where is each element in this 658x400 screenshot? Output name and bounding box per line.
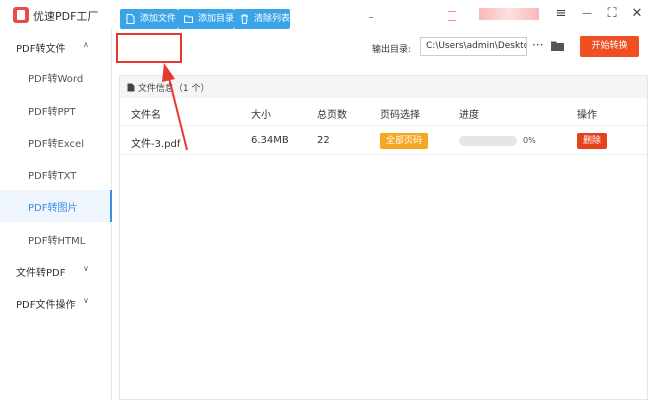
- sidebar-item-label: PDF转图片: [28, 203, 78, 214]
- sidebar-item-pdf-to-image[interactable]: PDF转图片: [0, 190, 112, 222]
- menu-icon[interactable]: ≡: [553, 6, 569, 22]
- sidebar-item-pdf-to-ppt[interactable]: PDF转PPT: [0, 94, 112, 126]
- sidebar-item-pdf-to-excel[interactable]: PDF转Excel: [0, 126, 112, 158]
- clear-list-label: 清除列表: [254, 14, 291, 24]
- close-icon[interactable]: ✕: [629, 6, 645, 22]
- progress-percent: 0%: [523, 136, 536, 145]
- trash-icon: [241, 14, 248, 24]
- chevron-up-icon: ∧: [83, 40, 89, 49]
- output-path-field[interactable]: C:\Users\admin\Deskto: [420, 37, 527, 56]
- column-header-progress: 进度: [459, 110, 479, 121]
- file-icon: [127, 83, 135, 92]
- column-header-size: 大小: [251, 110, 271, 121]
- column-header-page-select: 页码选择: [380, 110, 420, 121]
- chevron-down-icon: ∨: [83, 264, 89, 273]
- sidebar-group-file-to-pdf[interactable]: 文件转PDF ∨: [0, 255, 112, 287]
- add-file-label: 添加文件: [140, 14, 177, 24]
- file-size: 6.34MB: [251, 135, 289, 146]
- sidebar: PDF转文件 ∧ PDF转Word PDF转PPT PDF转Excel PDF转…: [0, 29, 112, 400]
- sidebar-group-pdf-operations[interactable]: PDF文件操作 ∨: [0, 287, 112, 319]
- title-decoration: [479, 8, 539, 20]
- sidebar-group-pdf-to-file[interactable]: PDF转文件 ∧: [0, 31, 112, 63]
- minimize-icon[interactable]: —: [579, 6, 595, 22]
- table-row[interactable]: 文件-3.pdf 6.34MB 22 全部页码 0% 删除: [120, 125, 647, 155]
- sidebar-group-label: PDF转文件: [16, 44, 66, 55]
- folder-icon: [184, 15, 193, 23]
- file-info-panel: 文件信息（1 个） 文件名 大小 总页数 页码选择 进度 操作 文件-3.pdf…: [119, 75, 648, 400]
- column-header-filename: 文件名: [131, 110, 161, 121]
- sidebar-item-pdf-to-txt[interactable]: PDF转TXT: [0, 158, 112, 190]
- add-file-button[interactable]: 添加文件: [120, 9, 178, 29]
- sidebar-item-label: PDF转HTML: [28, 236, 86, 247]
- file-icon: [126, 14, 135, 24]
- panel-header: 文件信息（1 个）: [120, 76, 647, 98]
- sidebar-item-label: PDF转Word: [28, 74, 84, 85]
- title-decoration: [369, 17, 373, 18]
- sidebar-item-pdf-to-html[interactable]: PDF转HTML: [0, 223, 112, 255]
- start-convert-button[interactable]: 开始转换: [580, 36, 639, 57]
- progress-bar: [459, 136, 517, 146]
- panel-title: 文件信息（1 个）: [127, 81, 209, 94]
- app-title: 优速PDF工厂: [33, 10, 99, 23]
- panel-title-text: 文件信息（1 个）: [137, 84, 210, 94]
- title-decoration: [448, 11, 456, 12]
- sidebar-item-pdf-to-word[interactable]: PDF转Word: [0, 61, 112, 93]
- output-dir-label: 输出目录:: [372, 45, 412, 55]
- sidebar-item-label: PDF转TXT: [28, 171, 77, 182]
- pdf-logo-icon: [13, 7, 29, 23]
- annotation-highlight-box: [116, 33, 182, 63]
- sidebar-item-label: PDF转PPT: [28, 107, 76, 118]
- more-icon[interactable]: ···: [532, 38, 543, 52]
- clear-list-button[interactable]: 清除列表: [234, 9, 290, 29]
- folder-icon[interactable]: [551, 40, 564, 51]
- file-pages: 22: [317, 135, 330, 146]
- sidebar-group-label: 文件转PDF: [16, 268, 66, 279]
- delete-button[interactable]: 删除: [577, 133, 607, 149]
- add-folder-label: 添加目录: [198, 14, 235, 24]
- title-bar: 优速PDF工厂 ≡ — ⛶ ✕: [0, 0, 658, 29]
- add-folder-button[interactable]: 添加目录: [178, 9, 234, 29]
- chevron-down-icon: ∨: [83, 296, 89, 305]
- column-header-pages: 总页数: [317, 110, 347, 121]
- column-header-action: 操作: [577, 110, 597, 121]
- sidebar-item-label: PDF转Excel: [28, 139, 84, 150]
- maximize-icon[interactable]: ⛶: [604, 6, 620, 22]
- sidebar-group-label: PDF文件操作: [16, 300, 76, 311]
- title-decoration: [448, 20, 456, 21]
- page-select-button[interactable]: 全部页码: [380, 133, 428, 149]
- file-name: 文件-3.pdf: [131, 139, 181, 150]
